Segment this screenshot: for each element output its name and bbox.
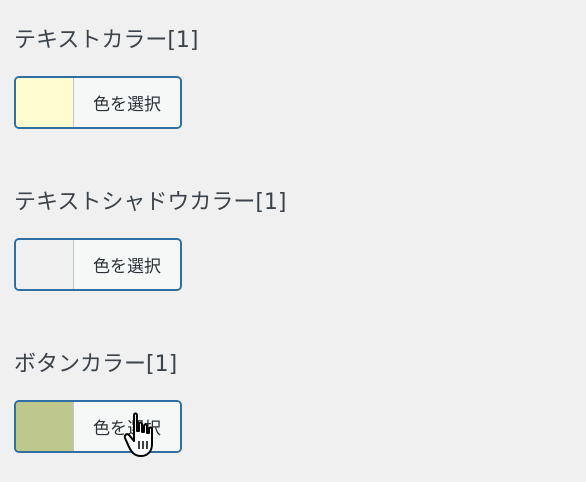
text-color-swatch[interactable] [16,78,74,127]
text-color-select-label[interactable]: 色を選択 [74,78,180,127]
color-settings-panel: テキストカラー[1] 色を選択 テキストシャドウカラー[1] 色を選択 ボタンカ… [0,0,586,482]
button-color-title: ボタンカラー[1] [14,352,178,377]
text-shadow-color-swatch[interactable] [16,240,74,289]
button-color-swatch[interactable] [16,402,74,451]
text-shadow-color-select-label[interactable]: 色を選択 [74,240,180,289]
button-color-select-label[interactable]: 色を選択 [74,402,180,451]
text-color-section: テキストカラー[1] 色を選択 [14,26,199,129]
text-shadow-color-section: テキストシャドウカラー[1] 色を選択 [14,188,287,291]
text-shadow-color-picker-button[interactable]: 色を選択 [14,238,182,291]
button-color-picker-button[interactable]: 色を選択 [14,400,182,453]
button-color-section: ボタンカラー[1] 色を選択 [14,350,182,453]
text-color-title: テキストカラー[1] [14,28,199,53]
text-shadow-color-title: テキストシャドウカラー[1] [14,190,287,215]
text-color-picker-button[interactable]: 色を選択 [14,76,182,129]
